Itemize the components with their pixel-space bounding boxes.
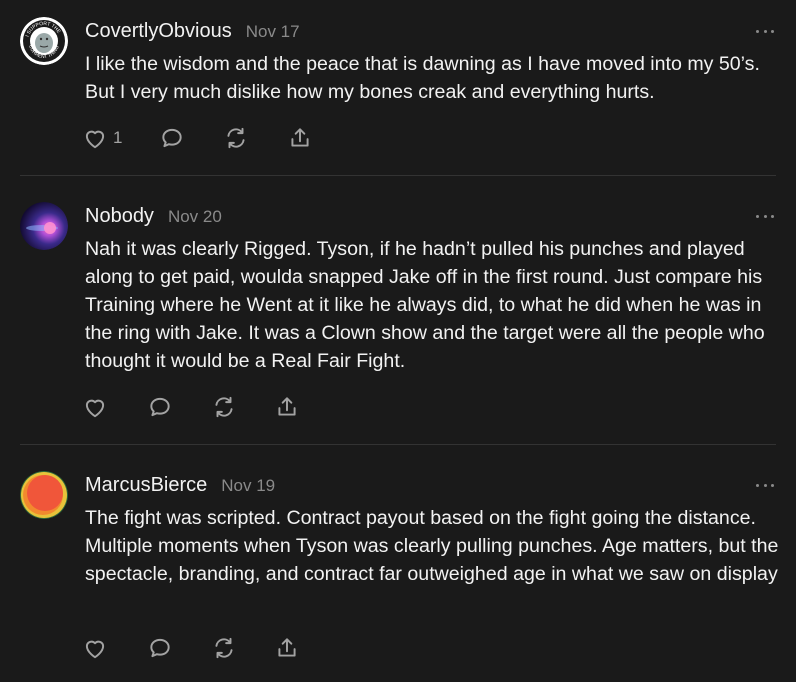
restack-icon <box>215 637 233 659</box>
share-icon <box>278 397 296 416</box>
share-icon <box>291 128 309 147</box>
more-options-icon[interactable] <box>756 28 774 34</box>
reply-button[interactable] <box>147 634 173 662</box>
like-button[interactable] <box>82 393 113 421</box>
like-count: 1 <box>113 128 123 147</box>
avatar[interactable] <box>20 202 68 250</box>
more-options-icon[interactable] <box>756 213 774 219</box>
divider <box>20 175 776 176</box>
restack-button[interactable] <box>223 124 249 152</box>
divider <box>20 444 776 445</box>
restack-icon <box>227 127 245 149</box>
share-button[interactable] <box>274 393 300 421</box>
more-options-icon[interactable] <box>756 482 774 488</box>
comment-header: CovertlyObvious Nov 17 <box>85 20 300 43</box>
share-button[interactable] <box>274 634 300 662</box>
comment-header: MarcusBierce Nov 19 <box>85 474 275 497</box>
restack-icon <box>215 396 233 418</box>
comment-date[interactable]: Nov 19 <box>221 476 275 496</box>
avatar[interactable] <box>20 471 68 519</box>
avatar-image <box>20 471 68 519</box>
comment-header: Nobody Nov 20 <box>85 205 222 228</box>
comment-date[interactable]: Nov 17 <box>246 22 300 42</box>
reply-button[interactable] <box>147 393 173 421</box>
avatar-image <box>20 202 68 250</box>
author-name[interactable]: CovertlyObvious <box>85 20 232 43</box>
heart-icon <box>85 399 105 418</box>
share-button[interactable] <box>287 124 313 152</box>
comment-text: I like the wisdom and the peace that is … <box>85 53 760 103</box>
speech-bubble-icon <box>150 397 170 417</box>
speech-bubble-icon <box>150 638 170 658</box>
heart-icon <box>85 130 105 149</box>
speech-bubble-icon <box>162 128 182 148</box>
comment-text: The fight was scripted. Contract payout … <box>85 507 779 585</box>
like-button[interactable]: 1 <box>82 124 122 152</box>
comment-text: Nah it was clearly Rigged. Tyson, if he … <box>85 238 765 372</box>
comment-feed: I SUPPORT THE CURRENT THING CovertlyObvi… <box>0 0 796 682</box>
comment-date[interactable]: Nov 20 <box>168 207 222 227</box>
share-icon <box>278 638 296 657</box>
restack-button[interactable] <box>211 634 237 662</box>
heart-icon <box>85 640 105 659</box>
author-name[interactable]: MarcusBierce <box>85 474 207 497</box>
reply-button[interactable] <box>159 124 185 152</box>
avatar[interactable]: I SUPPORT THE CURRENT THING <box>20 17 68 65</box>
restack-button[interactable] <box>211 393 237 421</box>
avatar-image: I SUPPORT THE CURRENT THING <box>20 17 68 65</box>
author-name[interactable]: Nobody <box>85 205 154 228</box>
like-button[interactable] <box>82 634 113 662</box>
